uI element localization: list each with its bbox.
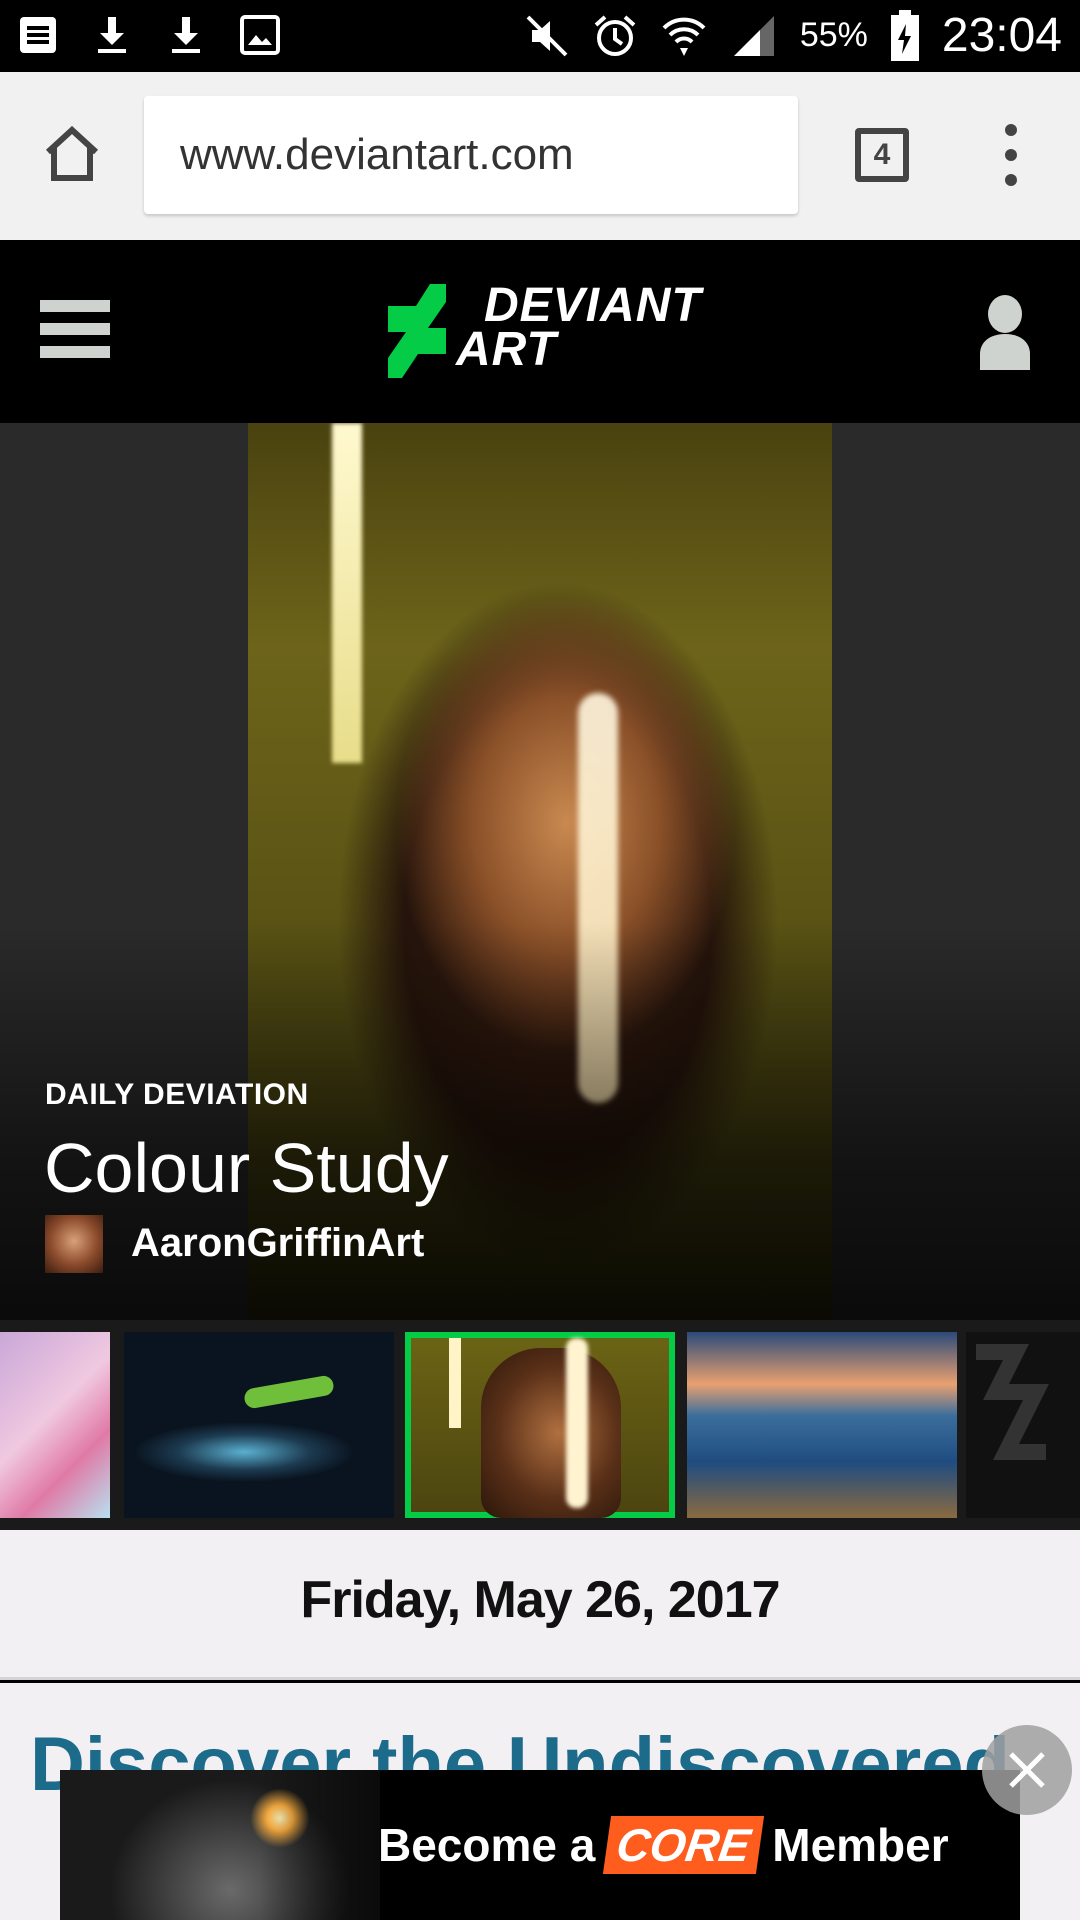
- system-icons: 55% 23:04: [524, 8, 1062, 63]
- thumbnail-subject: [242, 1374, 336, 1410]
- site-header: DEVIANT ART: [0, 240, 1080, 423]
- menu-dot: [1005, 149, 1017, 161]
- menu-dot: [1005, 124, 1017, 136]
- mute-icon: [526, 15, 568, 56]
- wifi-icon: [662, 17, 706, 56]
- hamburger-menu-button[interactable]: [40, 300, 110, 358]
- logo-line2: ART: [456, 323, 557, 376]
- hamburger-line: [40, 346, 110, 358]
- banner-text-before: Become a: [378, 1819, 596, 1871]
- thumbnail-item-selected[interactable]: [405, 1332, 675, 1518]
- artist-avatar[interactable]: [45, 1215, 103, 1273]
- thumbnail-item[interactable]: [124, 1332, 394, 1518]
- thumbnail-item[interactable]: [687, 1332, 957, 1518]
- image-icon: [240, 14, 280, 56]
- deviantart-logo[interactable]: DEVIANT ART: [388, 279, 728, 380]
- core-membership-banner[interactable]: Become a CORE Member: [60, 1770, 1020, 1920]
- status-bar: 55% 23:04: [0, 0, 1080, 72]
- deviantart-logo-icon: [388, 284, 446, 378]
- battery-percent: 55%: [799, 16, 868, 54]
- logo-line1: DEVIANT: [484, 279, 702, 332]
- notes-icon: [18, 14, 58, 56]
- artwork-title[interactable]: Colour Study: [44, 1128, 449, 1208]
- signal-icon: [733, 15, 774, 56]
- thumbnail-subject: [481, 1348, 621, 1518]
- home-button[interactable]: [40, 122, 104, 186]
- daily-deviation-hero[interactable]: DAILY DEVIATION Colour Study AaronGriffi…: [0, 423, 1080, 1320]
- hamburger-line: [40, 300, 110, 312]
- alarm-icon: [594, 15, 636, 56]
- user-profile-button[interactable]: [978, 294, 1032, 370]
- pattern-graphic: [976, 1344, 1049, 1460]
- download-icon: [166, 14, 206, 56]
- close-icon: [1009, 1752, 1045, 1788]
- clock: 23:04: [941, 9, 1062, 62]
- date-label: Friday, May 26, 2017: [300, 1571, 780, 1629]
- date-header: Friday, May 26, 2017: [0, 1530, 1080, 1680]
- download-icon: [92, 14, 132, 56]
- daily-deviation-label: DAILY DEVIATION: [45, 1078, 309, 1111]
- hamburger-line: [40, 323, 110, 335]
- thumbnail-item[interactable]: [966, 1332, 1080, 1518]
- address-bar[interactable]: www.deviantart.com: [144, 96, 798, 214]
- banner-text: Become a CORE Member: [378, 1816, 949, 1874]
- banner-text-after: Member: [772, 1819, 949, 1871]
- home-icon: [45, 125, 99, 181]
- artist-name-link[interactable]: AaronGriffinArt: [131, 1221, 424, 1266]
- notification-icons: [18, 14, 280, 56]
- user-icon: [980, 295, 1030, 370]
- browser-toolbar: www.deviantart.com 4: [0, 72, 1080, 240]
- battery-icon: [890, 9, 919, 61]
- menu-dot: [1005, 174, 1017, 186]
- overflow-menu-button[interactable]: [992, 124, 1030, 186]
- thumbnail-item[interactable]: [0, 1332, 110, 1518]
- artwork-light-streak: [332, 423, 362, 763]
- thumbnail-carousel[interactable]: [0, 1320, 1080, 1530]
- core-badge: CORE: [603, 1816, 765, 1874]
- thumbnail-light-beam: [566, 1338, 588, 1508]
- tab-switcher-button[interactable]: 4: [855, 128, 909, 182]
- close-banner-button[interactable]: [982, 1725, 1072, 1815]
- logo-wordmark: DEVIANT ART: [456, 279, 702, 376]
- thumbnail-light-streak: [449, 1338, 461, 1428]
